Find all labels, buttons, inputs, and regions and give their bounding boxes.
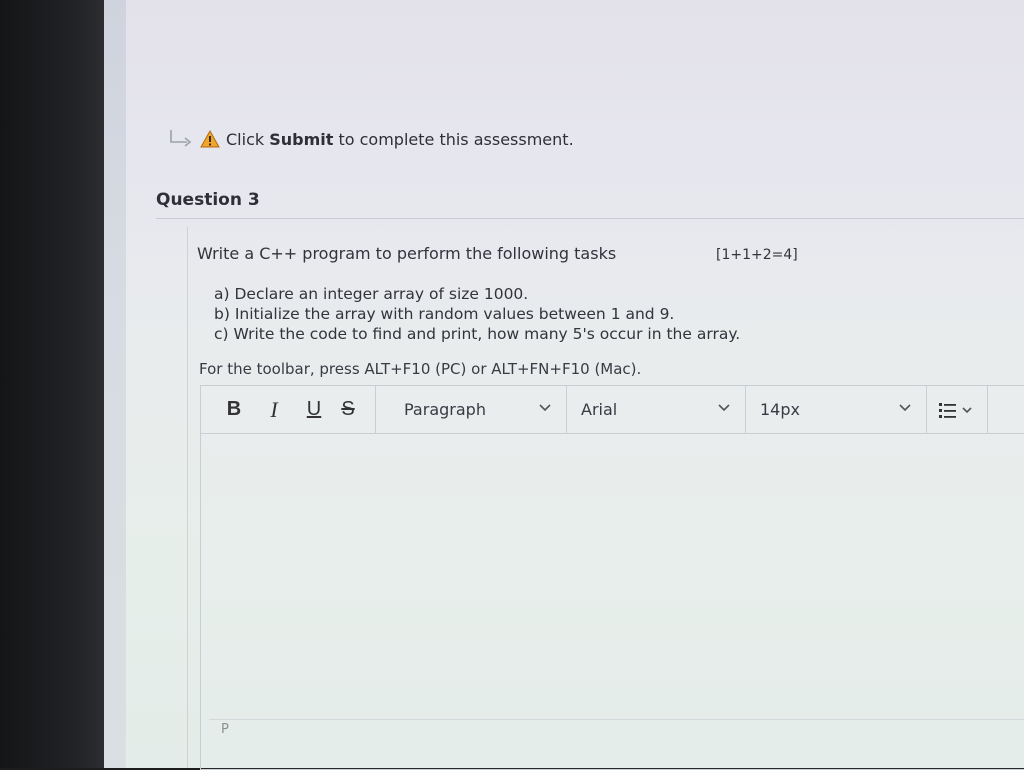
notice-text: Click Submit to complete this assessment…	[226, 129, 574, 149]
submit-notice: Click Submit to complete this assessment…	[168, 128, 574, 150]
format-select[interactable]: Paragraph	[390, 386, 566, 433]
toolbar-hint: For the toolbar, press ALT+F10 (PC) or A…	[199, 360, 642, 378]
font-size-select[interactable]: 14px	[746, 386, 926, 433]
font-family-value: Arial	[581, 400, 618, 419]
chevron-down-icon	[899, 404, 911, 412]
bold-button[interactable]: B	[219, 386, 249, 433]
bullet-list-button[interactable]	[927, 386, 987, 433]
editor-toolbar: B I U S Paragraph Arial 14px	[201, 386, 1024, 434]
toolbar-divider	[375, 386, 376, 433]
rich-text-editor: B I U S Paragraph Arial 14px P	[200, 385, 1024, 770]
question-title: Question 3	[156, 190, 260, 210]
chevron-down-icon	[539, 404, 551, 412]
chevron-down-icon	[718, 404, 730, 412]
task-list: a) Declare an integer array of size 1000…	[214, 284, 740, 344]
element-path: P	[221, 722, 229, 737]
bullet-list-icon	[939, 402, 972, 418]
strikethrough-button[interactable]: S	[333, 386, 363, 433]
task-item: c) Write the code to find and print, how…	[214, 325, 741, 343]
font-size-value: 14px	[760, 400, 800, 419]
toolbar-divider	[987, 386, 988, 433]
underline-button[interactable]: U	[299, 386, 329, 433]
task-item: b) Initialize the array with random valu…	[214, 305, 675, 323]
page-margin	[104, 0, 127, 768]
warning-icon	[200, 130, 220, 148]
return-arrow-icon	[170, 130, 192, 147]
question-marks: [1+1+2=4]	[716, 247, 798, 263]
submit-keyword: Submit	[269, 129, 334, 149]
italic-button[interactable]: I	[259, 386, 289, 433]
task-item: a) Declare an integer array of size 1000…	[214, 285, 529, 303]
format-select-value: Paragraph	[404, 400, 486, 419]
question-divider	[156, 218, 1024, 219]
question-prompt: Write a C++ program to perform the follo…	[197, 244, 617, 263]
monitor-bezel	[0, 0, 104, 768]
status-divider	[209, 719, 1024, 720]
font-family-select[interactable]: Arial	[567, 386, 745, 433]
